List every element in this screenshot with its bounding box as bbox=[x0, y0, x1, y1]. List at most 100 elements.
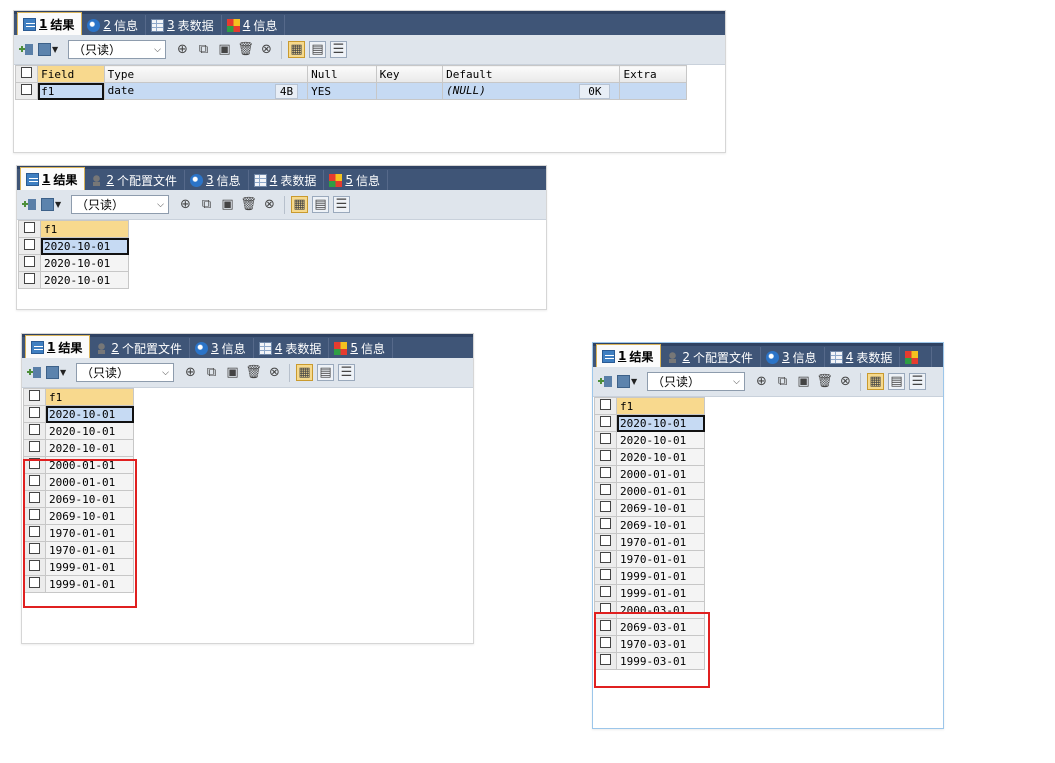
cell-f1[interactable]: 2020-10-01 bbox=[40, 254, 129, 272]
tab-5[interactable]: 5 信息 bbox=[329, 338, 393, 358]
form-view-icon[interactable]: ▤ bbox=[317, 364, 334, 381]
duplicate-row-icon[interactable]: ⧉ bbox=[203, 364, 220, 381]
cancel-changes-icon[interactable]: ⊗ bbox=[261, 196, 278, 213]
row-checkbox-cell[interactable] bbox=[23, 541, 46, 559]
cell-f1[interactable]: 2069-10-01 bbox=[45, 507, 134, 525]
table-row[interactable]: 2069-03-01 bbox=[594, 618, 705, 636]
row-checkbox-cell[interactable] bbox=[594, 516, 617, 534]
insert-row-icon[interactable]: ⊕ bbox=[174, 41, 191, 58]
row-checkbox[interactable] bbox=[29, 458, 40, 469]
grid-view-icon[interactable]: ▦ bbox=[296, 364, 313, 381]
table-row[interactable]: 1970-01-01 bbox=[594, 533, 705, 551]
row-checkbox-cell[interactable] bbox=[23, 490, 46, 508]
cell-f1[interactable]: 2069-10-01 bbox=[45, 490, 134, 508]
row-checkbox-cell[interactable] bbox=[594, 414, 617, 432]
cell-f1[interactable]: 1970-01-01 bbox=[616, 550, 705, 568]
row-checkbox-cell[interactable] bbox=[23, 439, 46, 457]
row-checkbox[interactable] bbox=[21, 84, 33, 95]
row-checkbox[interactable] bbox=[29, 543, 40, 554]
table-row[interactable]: 2020-10-01 bbox=[23, 405, 134, 423]
save-icon[interactable]: ▣ bbox=[219, 196, 236, 213]
table-row[interactable]: 1970-01-01 bbox=[23, 524, 134, 542]
cell-default[interactable]: (NULL) 0K bbox=[442, 82, 621, 100]
duplicate-row-icon[interactable]: ⧉ bbox=[195, 41, 212, 58]
cell-extra[interactable] bbox=[619, 82, 687, 100]
export-dropdown-button[interactable]: ▼ bbox=[38, 42, 60, 57]
cell-f1[interactable]: 1999-01-01 bbox=[45, 575, 134, 593]
delete-icon[interactable]: 🗑 bbox=[240, 196, 257, 213]
cell-f1[interactable]: 1970-03-01 bbox=[616, 635, 705, 653]
tab-5[interactable]: 5 信息 bbox=[324, 170, 388, 190]
row-checkbox[interactable] bbox=[600, 450, 611, 461]
tab-4[interactable]: 4 表数据 bbox=[249, 170, 325, 190]
row-checkbox-cell[interactable] bbox=[18, 271, 41, 289]
tab-1[interactable]: 1 结果 bbox=[596, 344, 662, 367]
row-checkbox[interactable] bbox=[600, 637, 611, 648]
row-checkbox-cell[interactable] bbox=[23, 524, 46, 542]
column-header-default[interactable]: Default bbox=[442, 65, 621, 83]
tab-2[interactable]: 2 个配置文件 bbox=[85, 170, 186, 190]
row-checkbox[interactable] bbox=[29, 424, 40, 435]
table-row[interactable]: 2020-10-01 bbox=[23, 422, 134, 440]
row-checkbox-cell[interactable] bbox=[594, 482, 617, 500]
column-header-f1[interactable]: f1 bbox=[40, 220, 129, 238]
table-row[interactable]: 2020-10-01 bbox=[594, 414, 705, 432]
column-header-null[interactable]: Null bbox=[307, 65, 377, 83]
row-checkbox-cell[interactable] bbox=[594, 465, 617, 483]
mode-select[interactable]: （只读） ⌵ bbox=[68, 40, 166, 59]
tab-4[interactable]: 4 表数据 bbox=[825, 347, 901, 367]
duplicate-row-icon[interactable]: ⧉ bbox=[774, 373, 791, 390]
delete-icon[interactable]: 🗑 bbox=[816, 373, 833, 390]
table-row[interactable]: 2069-10-01 bbox=[594, 516, 705, 534]
text-view-icon[interactable]: ☰ bbox=[330, 41, 347, 58]
cell-f1[interactable]: 2000-01-01 bbox=[616, 482, 705, 500]
row-checkbox-cell[interactable] bbox=[23, 405, 46, 423]
cell-f1[interactable]: 2000-01-01 bbox=[45, 456, 134, 474]
select-all-checkbox[interactable] bbox=[24, 222, 35, 233]
row-checkbox[interactable] bbox=[29, 577, 40, 588]
save-icon[interactable]: ▣ bbox=[224, 364, 241, 381]
delete-icon[interactable]: 🗑 bbox=[245, 364, 262, 381]
tab-3[interactable]: 3 信息 bbox=[185, 170, 249, 190]
cell-f1[interactable]: 1970-01-01 bbox=[616, 533, 705, 551]
tab-4[interactable]: 4 表数据 bbox=[254, 338, 330, 358]
table-row[interactable]: 2069-10-01 bbox=[594, 499, 705, 517]
tab-1[interactable]: 1 结果 bbox=[17, 12, 83, 35]
cell-f1[interactable]: 2000-01-01 bbox=[616, 465, 705, 483]
row-checkbox-cell[interactable] bbox=[23, 575, 46, 593]
table-row[interactable]: 1970-01-01 bbox=[23, 541, 134, 559]
cancel-changes-icon[interactable]: ⊗ bbox=[258, 41, 275, 58]
row-checkbox[interactable] bbox=[600, 654, 611, 665]
row-checkbox[interactable] bbox=[29, 407, 40, 418]
row-checkbox-cell[interactable] bbox=[594, 499, 617, 517]
select-all-checkbox-cell[interactable] bbox=[594, 397, 617, 415]
duplicate-row-icon[interactable]: ⧉ bbox=[198, 196, 215, 213]
cell-f1[interactable]: 1999-01-01 bbox=[616, 584, 705, 602]
row-checkbox-cell[interactable] bbox=[18, 254, 41, 272]
cell-f1[interactable]: 2020-10-01 bbox=[45, 422, 134, 440]
cell-null[interactable]: YES bbox=[307, 82, 377, 100]
column-header-type[interactable]: Type bbox=[103, 65, 309, 83]
row-checkbox[interactable] bbox=[600, 535, 611, 546]
select-all-checkbox[interactable] bbox=[21, 67, 33, 78]
select-all-checkbox-cell[interactable] bbox=[18, 220, 41, 238]
tab-5[interactable] bbox=[900, 347, 933, 367]
row-checkbox[interactable] bbox=[600, 501, 611, 512]
table-row[interactable]: 2000-01-01 bbox=[23, 456, 134, 474]
row-checkbox[interactable] bbox=[24, 273, 35, 284]
cell-f1[interactable]: 2069-03-01 bbox=[616, 618, 705, 636]
table-row[interactable]: 1999-01-01 bbox=[23, 575, 134, 593]
cell-key[interactable] bbox=[375, 82, 444, 100]
grid-view-icon[interactable]: ▦ bbox=[291, 196, 308, 213]
tab-2[interactable]: 2 个配置文件 bbox=[90, 338, 191, 358]
row-checkbox[interactable] bbox=[600, 620, 611, 631]
column-header-key[interactable]: Key bbox=[375, 65, 444, 83]
select-all-checkbox-cell[interactable] bbox=[14, 65, 39, 83]
form-view-icon[interactable]: ▤ bbox=[888, 373, 905, 390]
row-checkbox[interactable] bbox=[600, 467, 611, 478]
tab-1[interactable]: 1 结果 bbox=[25, 335, 91, 358]
export-dropdown-button[interactable]: ▼ bbox=[46, 365, 68, 380]
tab-2[interactable]: 2 个配置文件 bbox=[661, 347, 762, 367]
row-checkbox-cell[interactable] bbox=[594, 567, 617, 585]
cell-f1[interactable]: 2069-10-01 bbox=[616, 499, 705, 517]
